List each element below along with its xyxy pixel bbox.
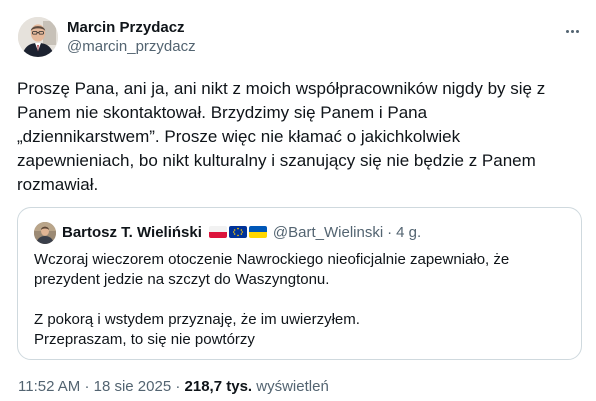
meta-separator: · <box>84 378 90 395</box>
author-info: Marcin Przydacz @marcin_przydacz <box>67 19 196 57</box>
more-dots-icon <box>565 29 569 33</box>
quoted-separator: · <box>387 223 393 241</box>
eu-flag-icon <box>228 226 247 238</box>
flag-emojis <box>208 226 267 238</box>
poland-flag-icon <box>208 226 227 238</box>
quoted-timestamp[interactable]: 4 g. <box>396 224 421 241</box>
tweet-timestamp-date[interactable]: 18 sie 2025 <box>94 378 172 395</box>
tweet-text: Proszę Pana, ani ja, ani nikt z moich ws… <box>17 79 546 194</box>
quoted-author-handle[interactable]: @Bart_Wielinski <box>273 224 383 241</box>
author-avatar-image <box>18 17 58 57</box>
views-label: wyświetleń <box>256 378 329 395</box>
tweet: Marcin Przydacz @marcin_przydacz Proszę … <box>0 0 596 401</box>
quoted-avatar-image <box>34 222 56 244</box>
author-handle[interactable]: @marcin_przydacz <box>67 37 196 57</box>
quoted-author-avatar[interactable] <box>34 222 56 244</box>
meta-separator: · <box>175 378 181 395</box>
quoted-author-name[interactable]: Bartosz T. Wieliński <box>62 224 202 241</box>
quoted-tweet[interactable]: Bartosz T. Wieliński @Bart_Wielinski · 4… <box>17 207 582 360</box>
more-options-button[interactable] <box>562 24 582 38</box>
tweet-timestamp-time[interactable]: 11:52 AM <box>18 378 80 395</box>
ukraine-flag-icon <box>248 226 267 238</box>
views-count: 218,7 tys. <box>184 378 253 395</box>
author-avatar[interactable] <box>18 17 58 57</box>
author-name[interactable]: Marcin Przydacz <box>67 19 196 37</box>
quoted-header: Bartosz T. Wieliński @Bart_Wielinski · 4… <box>62 222 421 242</box>
tweet-metadata: 11:52 AM · 18 sie 2025 · 218,7 tys. wyśw… <box>18 377 329 397</box>
quoted-tweet-text: Wczoraj wieczorem otoczenie Nawrockiego … <box>34 251 510 348</box>
